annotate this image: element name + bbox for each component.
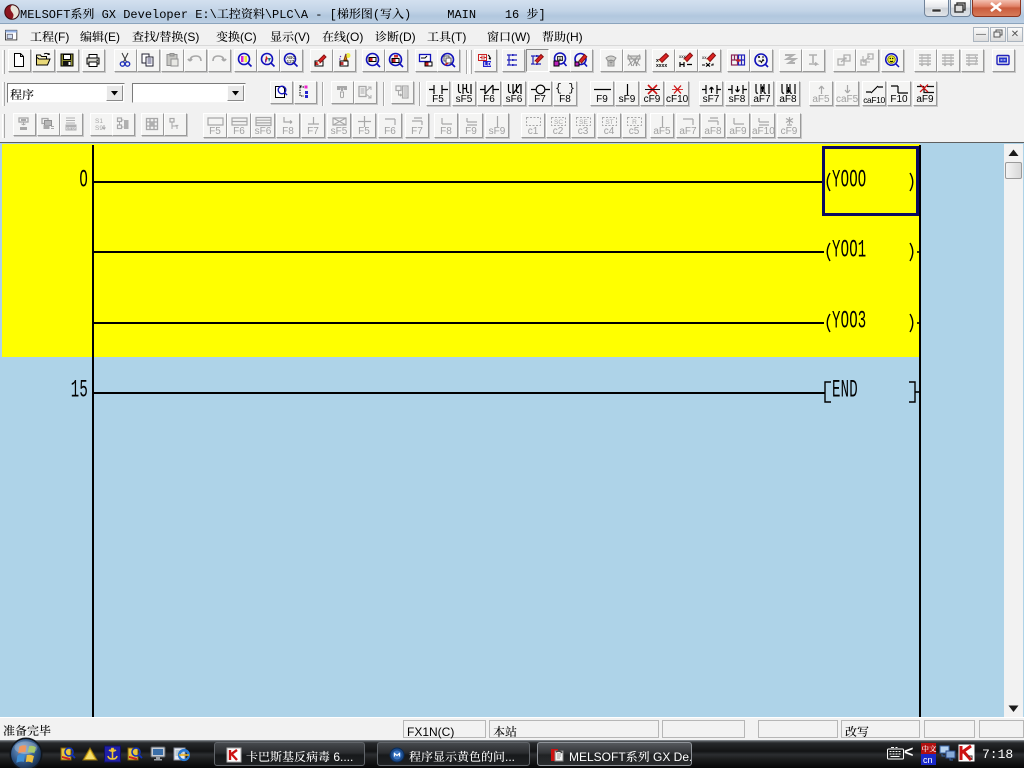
- svg-text:xxx: xxx: [679, 54, 687, 59]
- svg-text:R: R: [632, 119, 637, 126]
- svg-text:S9: S9: [95, 125, 103, 132]
- svg-text:ST: ST: [605, 119, 613, 126]
- svg-text:cn: cn: [923, 755, 933, 765]
- svg-text:xxxx: xxxx: [656, 63, 667, 68]
- svg-text:SE: SE: [579, 119, 588, 126]
- svg-text:error: error: [66, 126, 77, 132]
- svg-text:LD: LD: [484, 62, 491, 68]
- svg-text:SC: SC: [553, 119, 562, 126]
- svg-text:xx: xx: [702, 55, 707, 60]
- svg-text:中文: 中文: [922, 744, 937, 755]
- svg-text:123: 123: [287, 59, 295, 64]
- svg-text:S1: S1: [95, 118, 103, 125]
